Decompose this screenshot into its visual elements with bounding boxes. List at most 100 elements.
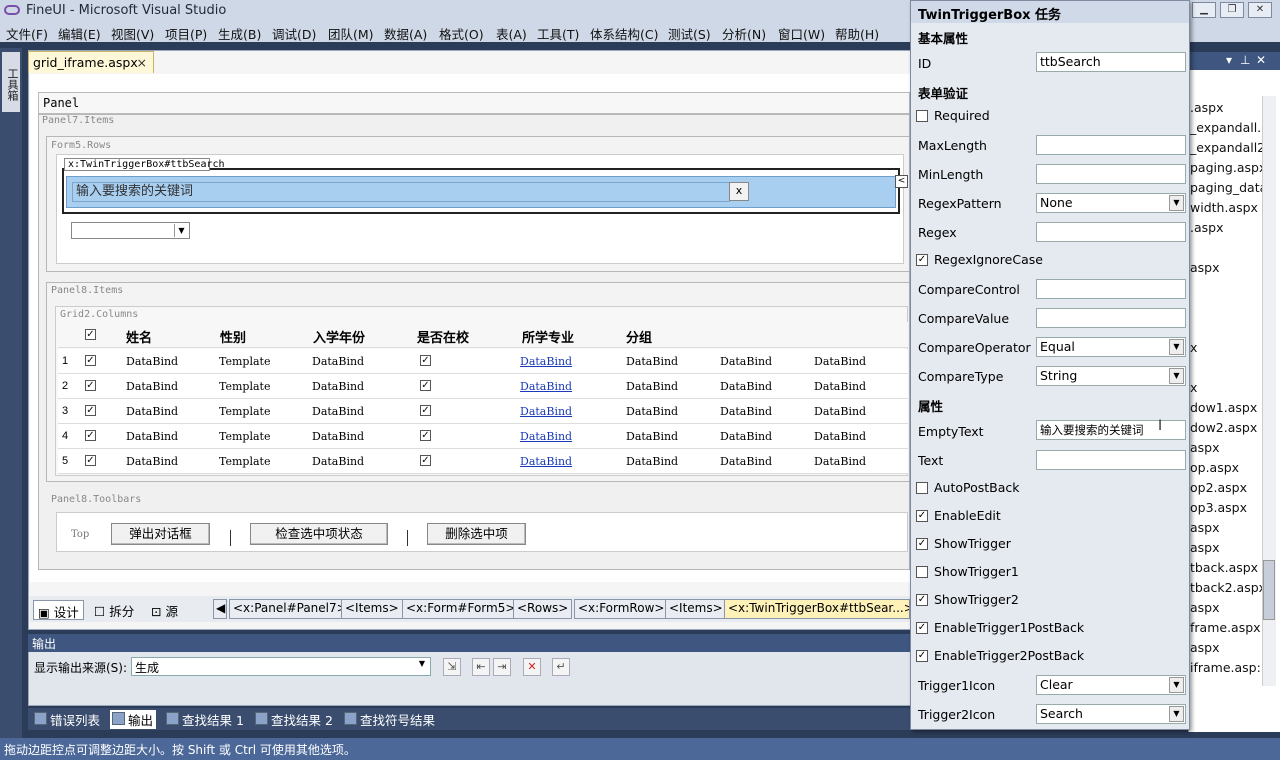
solution-item[interactable]: x [1190, 380, 1197, 395]
maximize-icon[interactable]: ❐ [1220, 2, 1244, 18]
row-checkbox[interactable]: ✓ [85, 355, 96, 366]
solution-item[interactable]: aspx [1190, 260, 1220, 275]
autopostback-checkbox[interactable] [916, 482, 928, 494]
menu-tools[interactable]: 工具(T) [537, 24, 579, 43]
tab-source[interactable]: ⊡ 源 [147, 600, 182, 620]
solution-item[interactable]: aspx [1190, 440, 1220, 455]
prop-text-input[interactable] [1036, 450, 1186, 470]
check-selected-button[interactable]: 检查选中项状态 [250, 523, 388, 545]
menu-team[interactable]: 团队(M) [328, 24, 374, 43]
prop-maxlength-input[interactable] [1036, 135, 1186, 155]
showtrigger-checkbox[interactable]: ✓ [916, 538, 928, 550]
select-all-checkbox[interactable]: ✓ [85, 329, 96, 340]
table-row[interactable]: 4 ✓ DataBind Template DataBind ✓ DataBin… [58, 424, 908, 449]
prop-regex-input[interactable] [1036, 222, 1186, 242]
breadcrumb-item[interactable]: <Rows> [513, 599, 573, 619]
menu-edit[interactable]: 编辑(E) [58, 24, 101, 43]
prop-compareoperator-select[interactable]: Equal ▼ [1036, 337, 1186, 357]
solution-item[interactable]: .aspx [1190, 220, 1223, 235]
solution-item[interactable]: tback.aspx [1190, 560, 1258, 575]
prop-id-input[interactable]: ttbSearch [1036, 52, 1186, 72]
tab-error-list[interactable]: 错误列表 [32, 710, 103, 729]
menu-test[interactable]: 测试(S) [668, 24, 711, 43]
cell-major-link[interactable]: DataBind [520, 430, 572, 443]
next-message-icon[interactable]: ⇥ [493, 658, 511, 676]
solution-item[interactable]: dow2.aspx [1190, 420, 1257, 435]
prop-comparevalue-input[interactable] [1036, 308, 1186, 328]
toolbox-tab[interactable]: 工具箱 [2, 52, 20, 112]
pin-icon[interactable]: ⊥ [1240, 53, 1250, 67]
cell-major-link[interactable]: DataBind [520, 380, 572, 393]
clear-trigger-button[interactable]: x [729, 182, 749, 201]
solution-item[interactable]: .aspx [1190, 100, 1223, 115]
solution-item[interactable]: iframe.asp: [1190, 660, 1261, 675]
row-checkbox[interactable]: ✓ [85, 430, 96, 441]
menu-data[interactable]: 数据(A) [384, 24, 427, 43]
solution-item[interactable]: dow1.aspx [1190, 400, 1257, 415]
breadcrumb-current[interactable]: <x:TwinTriggerBox#ttbSear...> [724, 599, 910, 619]
solution-item[interactable]: frame.aspx [1190, 620, 1261, 635]
close-tab-icon[interactable]: × [137, 55, 147, 70]
menu-analyze[interactable]: 分析(N) [722, 24, 766, 43]
breadcrumb-item[interactable]: <x:FormRow> [574, 599, 669, 619]
doc-tab-grid-iframe[interactable]: grid_iframe.aspx × [28, 51, 154, 73]
tab-find-symbol-results[interactable]: 查找符号结果 [342, 710, 438, 729]
menu-architecture[interactable]: 体系结构(C) [590, 24, 658, 43]
row-checkbox[interactable]: ✓ [85, 455, 96, 466]
menu-debug[interactable]: 调试(D) [272, 24, 316, 43]
table-row[interactable]: 2 ✓ DataBind Template DataBind ✓ DataBin… [58, 374, 908, 399]
prev-message-icon[interactable]: ⇤ [472, 658, 490, 676]
row-checkbox[interactable]: ✓ [85, 405, 96, 416]
tab-find-results-1[interactable]: 查找结果 1 [164, 710, 247, 729]
prop-comparetype-select[interactable]: String ▼ [1036, 366, 1186, 386]
dropdown-list[interactable]: ▼ [71, 222, 190, 239]
goto-location-icon[interactable]: ⇲ [443, 658, 461, 676]
solution-scrollbar-thumb[interactable] [1263, 560, 1275, 620]
prop-comparecontrol-input[interactable] [1036, 279, 1186, 299]
showtrigger1-checkbox[interactable] [916, 566, 928, 578]
solution-item[interactable]: x [1190, 340, 1197, 355]
menu-file[interactable]: 文件(F) [6, 24, 48, 43]
output-source-select[interactable]: 生成 ▼ [131, 657, 431, 676]
table-row[interactable]: 1 ✓ DataBind Template DataBind ✓ DataBin… [58, 349, 908, 374]
solution-item[interactable]: op.aspx [1190, 460, 1239, 475]
search-input[interactable]: 输入要搜索的关键词 [72, 182, 730, 202]
solution-item[interactable]: op3.aspx [1190, 500, 1247, 515]
prop-trigger2icon-select[interactable]: Search ▼ [1036, 704, 1186, 724]
breadcrumb-item[interactable]: <Items> [665, 599, 727, 619]
dropdown-icon[interactable]: ▾ [1226, 53, 1232, 67]
tab-output[interactable]: 输出 [110, 710, 157, 729]
table-row[interactable]: 5 ✓ DataBind Template DataBind ✓ DataBin… [58, 449, 908, 474]
popup-dialog-button[interactable]: 弹出对话框 [111, 523, 210, 545]
cell-major-link[interactable]: DataBind [520, 405, 572, 418]
solution-item[interactable]: paging_data [1190, 180, 1267, 195]
solution-item[interactable]: tback2.aspx [1190, 580, 1266, 595]
solution-item[interactable]: aspx [1190, 540, 1220, 555]
showtrigger2-checkbox[interactable]: ✓ [916, 594, 928, 606]
regexignorecase-checkbox[interactable]: ✓ [916, 254, 928, 266]
solution-item[interactable]: aspx [1190, 600, 1220, 615]
prop-regexpattern-select[interactable]: None ▼ [1036, 193, 1186, 213]
enabletrigger1postback-checkbox[interactable]: ✓ [916, 622, 928, 634]
cell-major-link[interactable]: DataBind [520, 355, 572, 368]
menu-format[interactable]: 格式(O) [439, 24, 484, 43]
breadcrumb-item[interactable]: <x:Panel#Panel7> [229, 599, 351, 619]
tab-find-results-2[interactable]: 查找结果 2 [253, 710, 336, 729]
minimize-icon[interactable]: ▁ [1192, 2, 1216, 18]
solution-item[interactable]: op2.aspx [1190, 480, 1247, 495]
menu-build[interactable]: 生成(B) [218, 24, 261, 43]
solution-item[interactable]: width.aspx [1190, 200, 1258, 215]
menu-window[interactable]: 窗口(W) [778, 24, 825, 43]
breadcrumb-item[interactable]: <Items> [341, 599, 403, 619]
solution-item[interactable]: _expandall2 [1190, 140, 1265, 155]
tab-split[interactable]: ☐ 拆分 [90, 600, 138, 620]
menu-help[interactable]: 帮助(H) [835, 24, 879, 43]
prop-minlength-input[interactable] [1036, 164, 1186, 184]
close-icon[interactable]: ✕ [1248, 2, 1272, 18]
menu-table[interactable]: 表(A) [496, 24, 527, 43]
row-checkbox[interactable]: ✓ [85, 380, 96, 391]
solution-item[interactable]: aspx [1190, 520, 1220, 535]
enabletrigger2postback-checkbox[interactable]: ✓ [916, 650, 928, 662]
breadcrumb-item[interactable]: <x:Form#Form5> [402, 599, 520, 619]
tab-design[interactable]: ▣ 设计 [33, 600, 84, 620]
